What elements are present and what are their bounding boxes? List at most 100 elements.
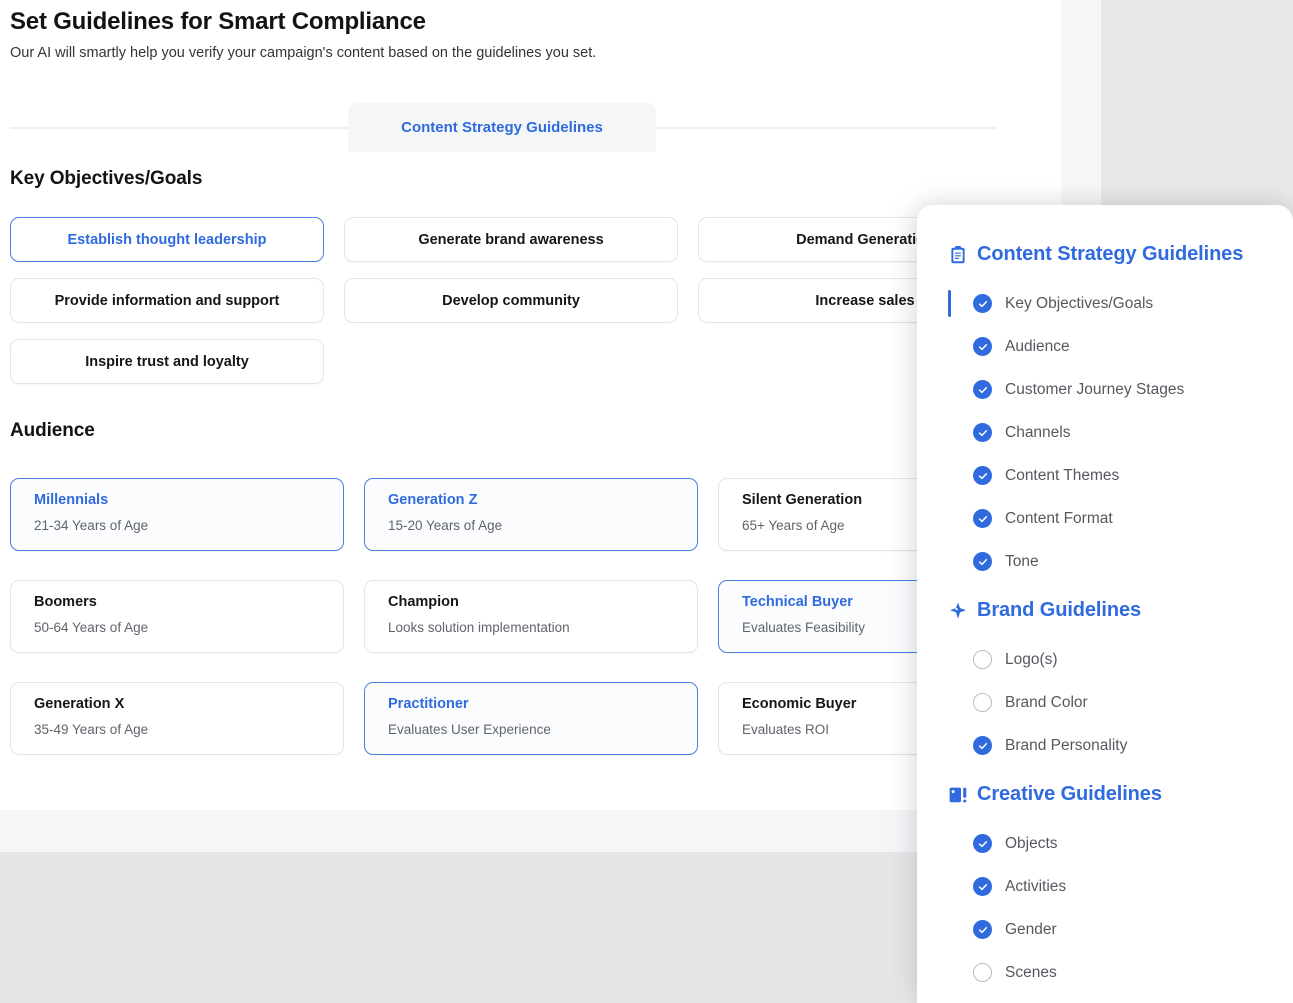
audience-card-subtitle: 35-49 Years of Age: [34, 722, 149, 738]
sparkle-icon: [948, 601, 968, 621]
panel-checklist-item[interactable]: Content Themes: [917, 454, 1293, 497]
objective-pill[interactable]: Generate brand awareness: [344, 217, 678, 262]
active-indicator-bar: [948, 290, 951, 317]
audience-card-title: Generation X: [34, 696, 125, 712]
panel-checklist-item-label: Activities: [1005, 877, 1067, 895]
panel-checklist-item-label: Tone: [1005, 552, 1039, 570]
tab-label: Content Strategy Guidelines: [401, 119, 603, 136]
app-root: Set Guidelines for Smart Compliance Our …: [0, 0, 1293, 1003]
audience-card-subtitle: 50-64 Years of Age: [34, 620, 149, 636]
objectives-grid: Establish thought leadership Generate bra…: [10, 217, 1051, 384]
check-filled-icon[interactable]: [973, 466, 992, 485]
panel-group-title: Creative Guidelines: [977, 783, 1162, 805]
audience-card-title: Boomers: [34, 594, 97, 610]
panel-checklist-item-label: Channels: [1005, 423, 1071, 441]
panel-checklist-item[interactable]: Brand Color: [917, 681, 1293, 724]
objective-pill-label: Increase sales: [815, 292, 915, 309]
panel-group-spacer: [917, 767, 1293, 779]
panel-group-header: Content Strategy Guidelines: [917, 243, 1293, 266]
audience-card-title: Generation Z: [388, 492, 478, 508]
panel-group-header: Brand Guidelines: [917, 599, 1293, 622]
panel-group: Content Strategy Guidelines Key Objective…: [917, 243, 1293, 595]
panel-checklist-item-label: Objects: [1005, 834, 1058, 852]
objective-pill[interactable]: Develop community: [344, 278, 678, 323]
objective-pill-label: Inspire trust and loyalty: [85, 353, 249, 370]
check-filled-icon[interactable]: [973, 337, 992, 356]
panel-checklist-item[interactable]: Activities: [917, 865, 1293, 908]
panel-group-title: Content Strategy Guidelines: [977, 243, 1244, 265]
panel-checklist-item[interactable]: Audience: [917, 325, 1293, 368]
objective-pill[interactable]: Provide information and support: [10, 278, 324, 323]
guidelines-checklist-panel: Content Strategy Guidelines Key Objective…: [917, 205, 1293, 1003]
section-title-audience: Audience: [10, 420, 95, 441]
audience-card[interactable]: Champion Looks solution implementation: [364, 580, 698, 653]
check-filled-icon[interactable]: [973, 552, 992, 571]
circle-empty-icon[interactable]: [973, 693, 992, 712]
panel-checklist-item-label: Scenes: [1005, 963, 1057, 981]
tab-content-strategy-guidelines[interactable]: Content Strategy Guidelines: [348, 103, 656, 152]
check-filled-icon[interactable]: [973, 920, 992, 939]
audience-card-title: Practitioner: [388, 696, 469, 712]
objective-pill[interactable]: Inspire trust and loyalty: [10, 339, 324, 384]
panel-checklist-item-label: Brand Color: [1005, 693, 1088, 711]
check-filled-icon[interactable]: [973, 380, 992, 399]
audience-card[interactable]: Generation X 35-49 Years of Age: [10, 682, 344, 755]
audience-card-subtitle: Looks solution implementation: [388, 620, 570, 636]
panel-checklist-item[interactable]: Tone: [917, 540, 1293, 583]
panel-checklist-item[interactable]: Gender: [917, 908, 1293, 951]
clipboard-icon: [948, 245, 968, 265]
audience-card-subtitle: 21-34 Years of Age: [34, 518, 149, 534]
check-filled-icon[interactable]: [973, 834, 992, 853]
panel-group-spacer: [917, 583, 1293, 595]
objective-pill[interactable]: Establish thought leadership: [10, 217, 324, 262]
objective-pill-label: Generate brand awareness: [418, 231, 604, 248]
panel-checklist-item[interactable]: Channels: [917, 411, 1293, 454]
panel-group-header: Creative Guidelines: [917, 783, 1293, 806]
panel-checklist-item[interactable]: Objects: [917, 822, 1293, 865]
audience-card-title: Millennials: [34, 492, 109, 508]
objective-pill-label: Provide information and support: [54, 292, 280, 309]
panel-checklist-item[interactable]: Scenes: [917, 951, 1293, 994]
panel-checklist-item-label: Key Objectives/Goals: [1005, 294, 1154, 312]
audience-card[interactable]: Millennials 21-34 Years of Age: [10, 478, 344, 551]
panel-checklist-item[interactable]: Customer Journey Stages: [917, 368, 1293, 411]
panel-checklist-item[interactable]: Brand Personality: [917, 724, 1293, 767]
panel-group: Creative Guidelines Objects Activities Gend…: [917, 783, 1293, 994]
panel-checklist-item-label: Gender: [1005, 920, 1057, 938]
audience-card-subtitle: Evaluates User Experience: [388, 722, 551, 738]
objective-pill-label: Demand Generation: [796, 231, 934, 248]
page-subtitle: Our AI will smartly help you verify your…: [10, 45, 597, 61]
check-filled-icon[interactable]: [973, 423, 992, 442]
check-filled-icon[interactable]: [973, 294, 992, 313]
panel-checklist-item[interactable]: Key Objectives/Goals: [917, 282, 1293, 325]
circle-empty-icon[interactable]: [973, 650, 992, 669]
check-filled-icon[interactable]: [973, 877, 992, 896]
audience-card[interactable]: Practitioner Evaluates User Experience: [364, 682, 698, 755]
audience-card-subtitle: 15-20 Years of Age: [388, 518, 503, 534]
tab-bar: Content Strategy Guidelines: [10, 103, 1051, 152]
background-bottom-inner: [0, 852, 900, 1003]
panel-checklist-item-label: Content Themes: [1005, 466, 1120, 484]
panel-group: Brand Guidelines Logo(s) Brand Color Brand …: [917, 599, 1293, 779]
audience-card[interactable]: Boomers 50-64 Years of Age: [10, 580, 344, 653]
check-filled-icon[interactable]: [973, 509, 992, 528]
panel-checklist-item-label: Content Format: [1005, 509, 1113, 527]
check-filled-icon[interactable]: [973, 736, 992, 755]
main-content: Set Guidelines for Smart Compliance Our …: [0, 0, 1061, 810]
panel-checklist-item-label: Audience: [1005, 337, 1070, 355]
panel-checklist-item-label: Brand Personality: [1005, 736, 1128, 754]
panel-group-title: Brand Guidelines: [977, 599, 1141, 621]
audience-card[interactable]: Generation Z 15-20 Years of Age: [364, 478, 698, 551]
objective-pill-label: Develop community: [442, 292, 580, 309]
section-title-objectives: Key Objectives/Goals: [10, 168, 203, 189]
objective-pill-label: Establish thought leadership: [67, 231, 267, 248]
circle-empty-icon[interactable]: [973, 963, 992, 982]
panel-checklist-item-label: Logo(s): [1005, 650, 1058, 668]
audience-grid: Millennials 21-34 Years of Age Generation …: [10, 478, 1052, 755]
image-icon: [948, 785, 968, 805]
panel-checklist-item[interactable]: Content Format: [917, 497, 1293, 540]
page-title: Set Guidelines for Smart Compliance: [10, 8, 426, 35]
panel-checklist-item[interactable]: Logo(s): [917, 638, 1293, 681]
audience-card-title: Champion: [388, 594, 459, 610]
panel-checklist-item-label: Customer Journey Stages: [1005, 380, 1185, 398]
